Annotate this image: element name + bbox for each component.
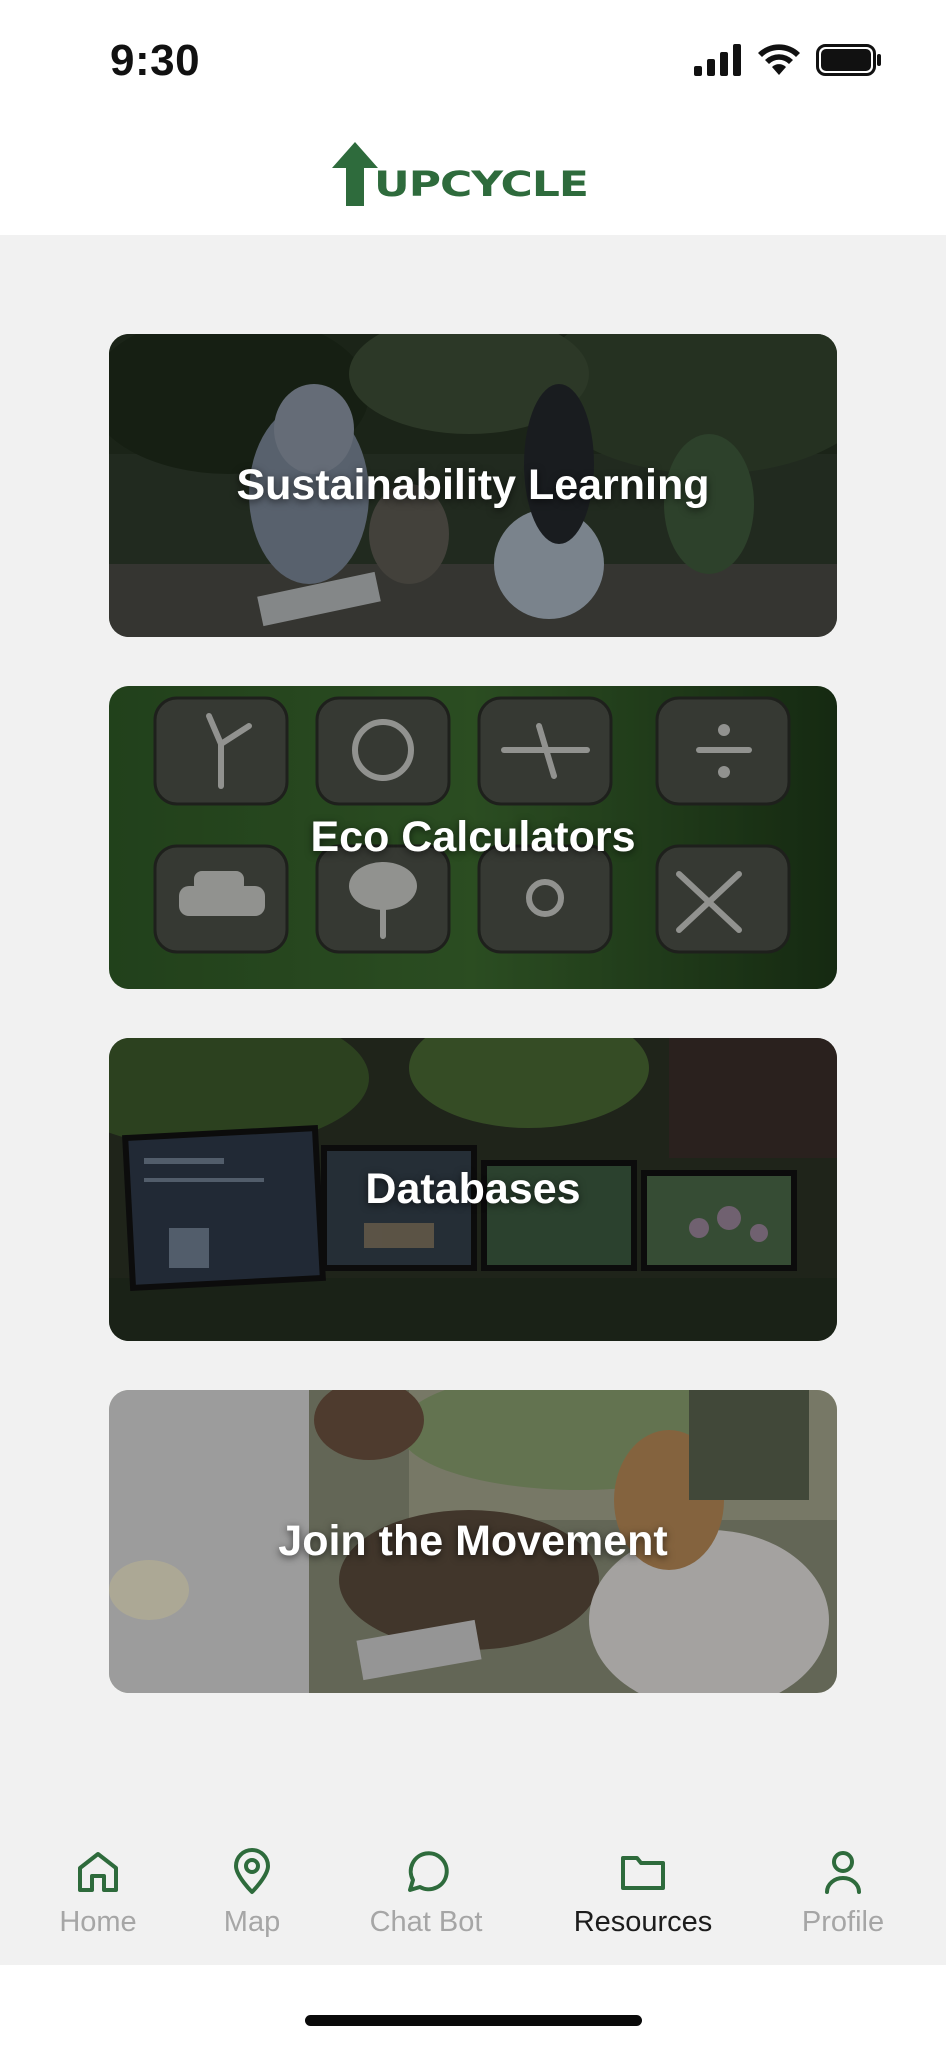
folder-icon — [621, 1856, 665, 1890]
cellular-signal-icon — [694, 44, 741, 76]
tab-label: Resources — [573, 1906, 713, 1938]
upcycle-logo: UPCYCLE — [330, 140, 589, 208]
tab-profile[interactable]: Profile — [758, 1848, 928, 1939]
resources-content: Sustainability Learning Eco Calculators … — [0, 235, 946, 1965]
card-title: Databases — [365, 1165, 581, 1213]
join-the-movement-card[interactable]: Join the Movement — [109, 1390, 837, 1693]
bottom-tab-bar: Home Map Chat Bot Resources Profile — [0, 1820, 946, 1965]
tab-label: Home — [59, 1906, 137, 1938]
resources-screen: 9:30 UPCYCLE Sustainability Learning Eco… — [0, 0, 946, 2048]
status-bar: 9:30 — [0, 0, 946, 120]
wifi-icon — [758, 44, 800, 75]
sustainability-learning-card[interactable]: Sustainability Learning — [109, 334, 837, 637]
eco-calculators-card[interactable]: Eco Calculators — [109, 686, 837, 989]
battery-icon — [816, 44, 881, 76]
tab-home[interactable]: Home — [13, 1848, 183, 1939]
card-title: Eco Calculators — [310, 813, 636, 861]
status-time: 9:30 — [110, 36, 201, 85]
card-title: Sustainability Learning — [236, 461, 710, 509]
status-icons — [694, 44, 882, 76]
card-title: Join the Movement — [278, 1517, 668, 1565]
home-indicator — [305, 2015, 642, 2026]
person-icon — [825, 1851, 861, 1894]
tab-map[interactable]: Map — [167, 1848, 337, 1939]
tab-label: Chat Bot — [369, 1906, 483, 1938]
app-header: UPCYCLE — [0, 120, 946, 235]
tab-label: Map — [223, 1906, 281, 1938]
arrow-up-icon — [332, 142, 378, 206]
tab-resources[interactable]: Resources — [558, 1848, 728, 1939]
databases-card[interactable]: Databases — [109, 1038, 837, 1341]
tab-chat-bot[interactable]: Chat Bot — [341, 1848, 511, 1939]
home-icon — [78, 1852, 118, 1892]
tab-label: Profile — [801, 1906, 885, 1938]
brand-name: UPCYCLE — [374, 164, 589, 205]
chat-bubble-icon — [408, 1851, 449, 1892]
map-pin-icon — [234, 1848, 270, 1894]
